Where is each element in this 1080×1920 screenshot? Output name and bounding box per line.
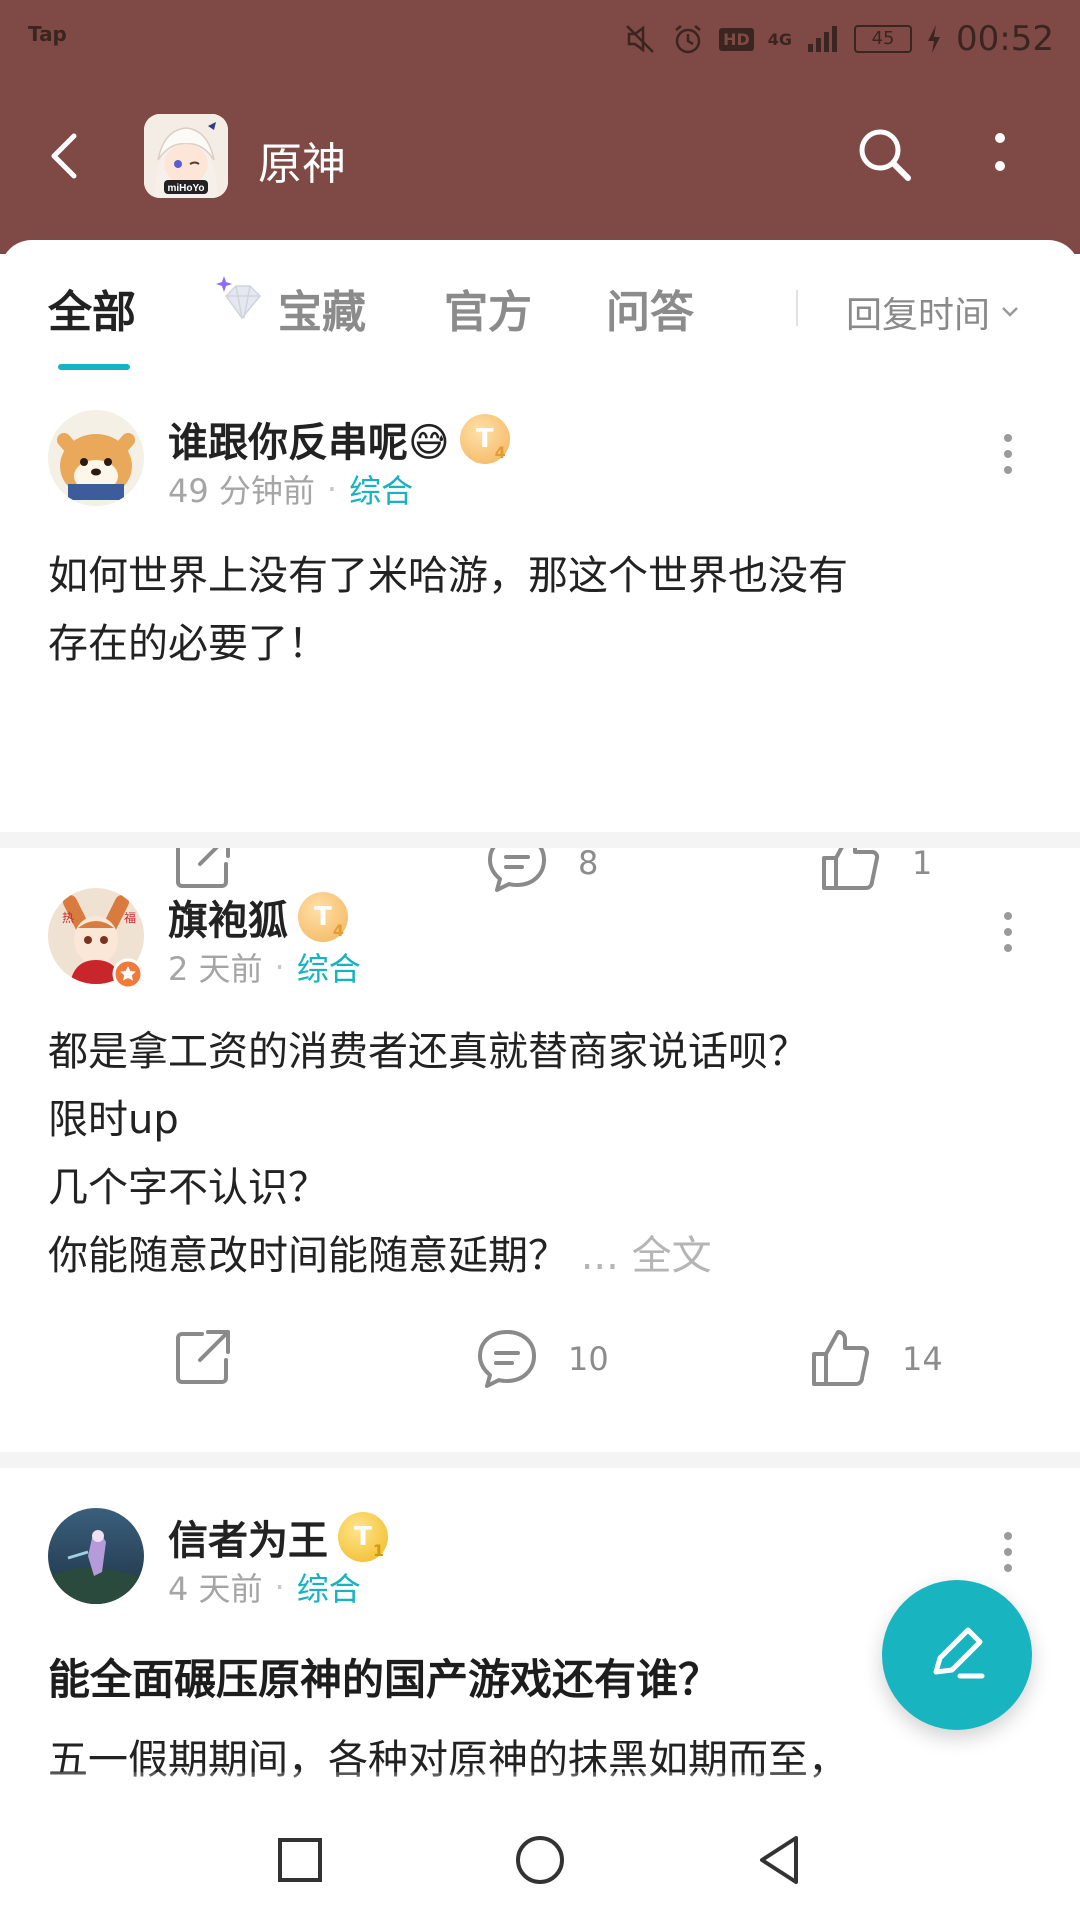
like-count: 14	[902, 1340, 943, 1378]
post-category[interactable]: 综合	[349, 466, 413, 512]
more-vertical-icon[interactable]	[980, 122, 1020, 188]
author-name[interactable]: 旗袍狐	[168, 888, 288, 946]
meta-separator: ·	[274, 1568, 285, 1606]
post-time: 49 分钟前	[168, 472, 315, 510]
charging-icon	[928, 25, 941, 53]
like-button[interactable]: 14	[808, 1326, 943, 1392]
status-time: 00:52	[956, 19, 1054, 59]
post-body: 如何世界上没有了米哈游，那这个世界也没有 存在的必要了！	[48, 553, 848, 667]
share-button[interactable]	[172, 1326, 234, 1388]
read-more-link[interactable]: ... 全文	[581, 1233, 712, 1279]
post-more-icon[interactable]	[996, 424, 1020, 484]
battery-indicator: 45	[854, 25, 913, 53]
comment-button[interactable]: 10	[474, 1326, 609, 1392]
tab-separator	[796, 290, 798, 326]
level-badge: T 1	[338, 1512, 388, 1562]
level-badge: T 4	[459, 414, 510, 464]
pen-icon	[933, 1627, 985, 1679]
post-divider	[0, 1452, 1080, 1468]
back-icon[interactable]	[38, 128, 94, 184]
post-time: 4 天前	[168, 1570, 263, 1608]
comment-count: 10	[568, 1340, 609, 1378]
author-row: 旗袍狐 T 4	[168, 888, 348, 946]
post-meta: 4 天前 · 综合	[168, 1564, 361, 1610]
post-category[interactable]: 综合	[297, 1564, 361, 1610]
home-icon[interactable]	[510, 1830, 570, 1890]
meta-separator: ·	[326, 470, 338, 508]
post-meta: 49 分钟前 · 综合	[168, 466, 413, 512]
scroll-fade	[0, 1772, 1080, 1802]
post-more-icon[interactable]	[996, 1522, 1020, 1582]
avatar[interactable]	[48, 410, 144, 506]
author-name[interactable]: 信者为王	[168, 1508, 328, 1566]
post-body: 都是拿工资的消费者还真就替商家说话呗？ 限时up 几个字不认识？ 你能随意改时间…	[48, 1029, 808, 1279]
status-app-label: Tap	[28, 22, 67, 46]
thumbs-up-icon	[812, 1330, 870, 1386]
content-sheet: 全部 宝藏 官方 问答 回复时间 谁跟你反串呢😅 T 4 49 分钟前 · 综合…	[0, 240, 1080, 1810]
app-header: miHoYo 原神	[0, 78, 1080, 254]
signal-icon	[808, 26, 838, 52]
compose-button[interactable]	[882, 1580, 1032, 1730]
alarm-icon	[675, 25, 701, 54]
network-label: 4G	[767, 29, 793, 49]
sort-label: 回复时间	[846, 295, 991, 336]
level-badge: T 4	[298, 892, 348, 942]
sort-dropdown[interactable]: 回复时间	[846, 286, 1020, 338]
tab-all[interactable]: 全部	[48, 276, 136, 340]
meta-separator: ·	[274, 948, 285, 986]
post-more-icon[interactable]	[996, 902, 1020, 962]
mute-icon	[626, 25, 654, 53]
verified-badge-icon	[112, 958, 144, 990]
game-app-icon[interactable]: miHoYo	[144, 114, 228, 198]
post-time: 2 天前	[168, 950, 263, 988]
svg-text:福: 福	[124, 910, 136, 925]
diamond-icon	[216, 276, 262, 320]
status-bar: Tap HD 4G 45 00:52	[0, 0, 1080, 78]
post-category[interactable]: 综合	[297, 944, 361, 990]
post-divider	[0, 832, 1080, 848]
search-icon[interactable]	[852, 122, 918, 188]
post-actions: 10 14	[0, 1326, 1080, 1406]
svg-text:热: 热	[62, 911, 74, 925]
author-row: 信者为王 T 1	[168, 1508, 388, 1566]
tab-bar: 全部 宝藏 官方 问答 回复时间	[0, 240, 1080, 370]
post-card[interactable]: 热 福 旗袍狐 T 4 2 天前 · 综合 都是拿工资的消费者还真就替商家说话呗…	[0, 848, 1080, 1448]
hd-badge: HD	[719, 27, 754, 51]
chevron-down-icon	[1002, 307, 1018, 317]
avatar[interactable]	[48, 1508, 144, 1604]
comment-icon	[478, 1330, 536, 1388]
status-icons: HD 4G 45 00:52	[623, 14, 1054, 64]
author-name[interactable]: 谁跟你反串呢😅	[168, 410, 450, 468]
tab-qa[interactable]: 问答	[606, 276, 694, 340]
app-icon-label: miHoYo	[167, 183, 204, 194]
share-icon	[176, 1330, 230, 1384]
system-nav-bar	[0, 1800, 1080, 1920]
tab-official[interactable]: 官方	[444, 276, 532, 340]
recent-apps-icon[interactable]	[270, 1830, 330, 1890]
tab-treasure[interactable]: 宝藏	[278, 276, 366, 340]
post-meta: 2 天前 · 综合	[168, 944, 361, 990]
author-row: 谁跟你反串呢😅 T 4	[168, 410, 510, 468]
page-title: 原神	[258, 139, 346, 190]
back-nav-icon[interactable]	[750, 1830, 810, 1890]
